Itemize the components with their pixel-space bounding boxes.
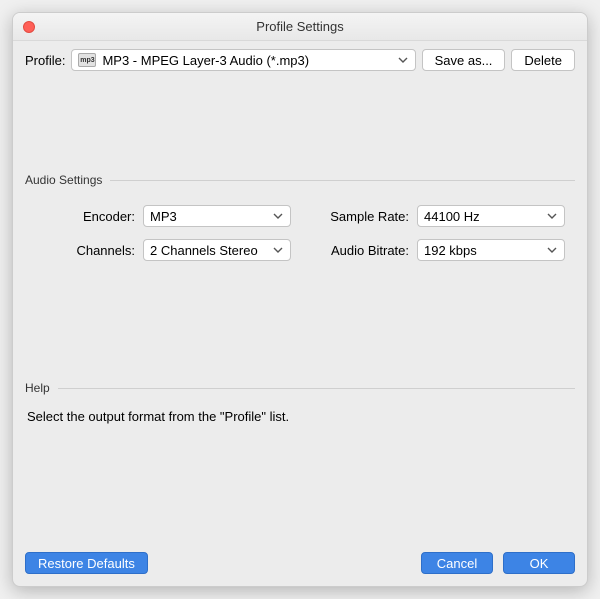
ok-label: OK bbox=[530, 556, 549, 571]
audio-settings-group: Audio Settings Encoder: MP3 Sample Rate:… bbox=[25, 173, 575, 261]
channels-label: Channels: bbox=[25, 243, 135, 258]
chevron-down-icon bbox=[546, 211, 558, 221]
encoder-label: Encoder: bbox=[25, 209, 135, 224]
channels-select[interactable]: 2 Channels Stereo bbox=[143, 239, 291, 261]
audio-bitrate-label: Audio Bitrate: bbox=[299, 243, 409, 258]
profile-label: Profile: bbox=[25, 53, 65, 68]
delete-button[interactable]: Delete bbox=[511, 49, 575, 71]
sample-rate-value: 44100 Hz bbox=[424, 209, 540, 224]
cancel-button[interactable]: Cancel bbox=[421, 552, 493, 574]
chevron-down-icon bbox=[272, 245, 284, 255]
restore-defaults-button[interactable]: Restore Defaults bbox=[25, 552, 148, 574]
delete-label: Delete bbox=[524, 53, 562, 68]
channels-value: 2 Channels Stereo bbox=[150, 243, 266, 258]
help-text: Select the output format from the "Profi… bbox=[27, 409, 573, 424]
chevron-down-icon bbox=[272, 211, 284, 221]
divider bbox=[110, 180, 575, 181]
profile-row: Profile: mp3 MP3 - MPEG Layer-3 Audio (*… bbox=[25, 49, 575, 71]
content-area: Profile: mp3 MP3 - MPEG Layer-3 Audio (*… bbox=[13, 41, 587, 542]
save-as-label: Save as... bbox=[435, 53, 493, 68]
footer: Restore Defaults Cancel OK bbox=[13, 542, 587, 586]
help-group: Help Select the output format from the "… bbox=[25, 381, 575, 424]
ok-button[interactable]: OK bbox=[503, 552, 575, 574]
encoder-value: MP3 bbox=[150, 209, 266, 224]
audio-bitrate-select[interactable]: 192 kbps bbox=[417, 239, 565, 261]
profile-select-value: MP3 - MPEG Layer-3 Audio (*.mp3) bbox=[102, 53, 390, 68]
audio-bitrate-value: 192 kbps bbox=[424, 243, 540, 258]
audio-settings-legend: Audio Settings bbox=[25, 173, 102, 187]
help-legend: Help bbox=[25, 381, 50, 395]
restore-defaults-label: Restore Defaults bbox=[38, 556, 135, 571]
profile-select[interactable]: mp3 MP3 - MPEG Layer-3 Audio (*.mp3) bbox=[71, 49, 415, 71]
profile-settings-window: Profile Settings Profile: mp3 MP3 - MPEG… bbox=[12, 12, 588, 587]
mp3-file-icon: mp3 bbox=[78, 53, 96, 67]
chevron-down-icon bbox=[546, 245, 558, 255]
titlebar: Profile Settings bbox=[13, 13, 587, 41]
divider bbox=[58, 388, 575, 389]
window-title: Profile Settings bbox=[256, 19, 343, 34]
sample-rate-label: Sample Rate: bbox=[299, 209, 409, 224]
save-as-button[interactable]: Save as... bbox=[422, 49, 506, 71]
cancel-label: Cancel bbox=[437, 556, 477, 571]
close-icon[interactable] bbox=[23, 21, 35, 33]
encoder-select[interactable]: MP3 bbox=[143, 205, 291, 227]
chevron-down-icon bbox=[397, 55, 409, 65]
sample-rate-select[interactable]: 44100 Hz bbox=[417, 205, 565, 227]
